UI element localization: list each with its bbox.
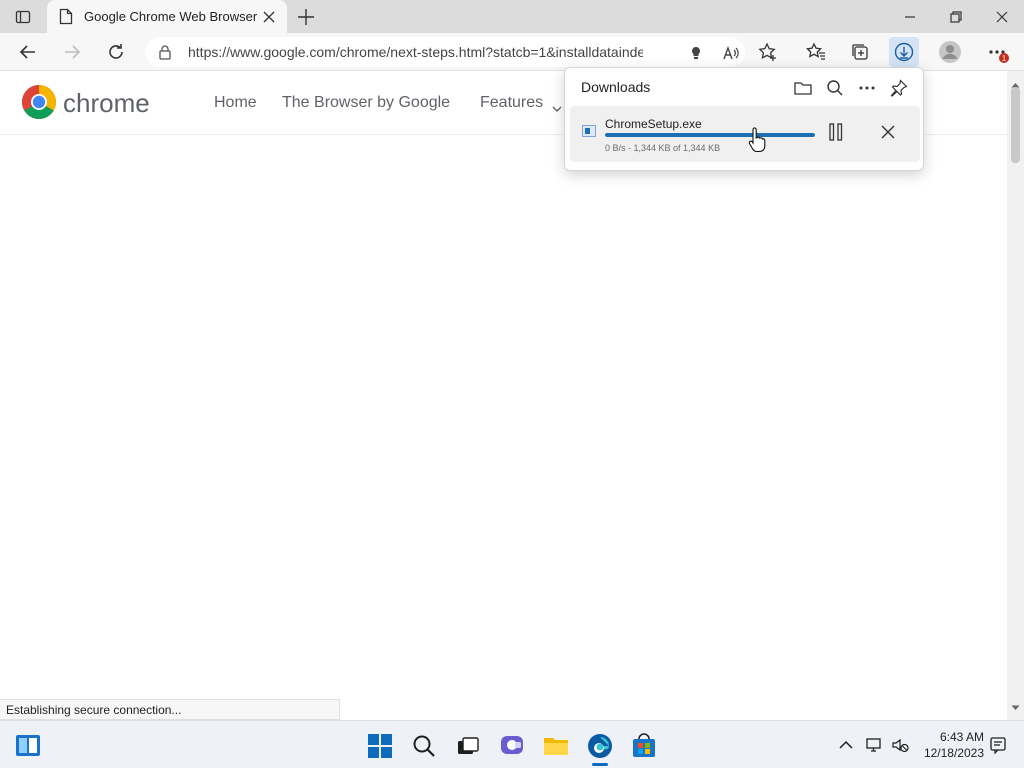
chrome-wordmark[interactable]: chrome bbox=[63, 88, 150, 119]
search-icon[interactable] bbox=[411, 733, 437, 759]
lightbulb-icon[interactable] bbox=[686, 43, 706, 63]
more-options-icon[interactable] bbox=[856, 77, 878, 99]
active-app-indicator bbox=[592, 763, 608, 766]
address-bar[interactable]: https://www.google.com/chrome/next-steps… bbox=[145, 37, 745, 67]
page-icon bbox=[59, 8, 73, 30]
hand-cursor-icon bbox=[748, 127, 766, 158]
scroll-down-icon[interactable] bbox=[1011, 698, 1020, 716]
open-folder-icon[interactable] bbox=[792, 77, 814, 99]
notification-center-icon[interactable] bbox=[989, 736, 1007, 755]
minimize-icon[interactable] bbox=[898, 6, 922, 28]
download-status: 0 B/s - 1,344 KB of 1,344 KB bbox=[605, 143, 721, 153]
tab-active[interactable]: Google Chrome Web Browser bbox=[47, 0, 287, 33]
new-tab-icon[interactable] bbox=[295, 6, 317, 28]
search-icon[interactable] bbox=[824, 77, 846, 99]
downloads-button[interactable] bbox=[889, 37, 919, 67]
chevron-down-icon[interactable] bbox=[552, 100, 562, 118]
edge-icon[interactable] bbox=[587, 733, 613, 766]
chat-icon[interactable] bbox=[499, 733, 525, 759]
chevron-up-icon[interactable] bbox=[837, 736, 855, 754]
browser-toolbar: https://www.google.com/chrome/next-steps… bbox=[0, 33, 1024, 71]
tab-strip: Google Chrome Web Browser bbox=[0, 0, 1024, 33]
store-icon[interactable] bbox=[631, 733, 657, 759]
nav-home[interactable]: Home bbox=[214, 94, 257, 112]
forward-icon bbox=[60, 40, 84, 64]
nav-browser-by-google[interactable]: The Browser by Google bbox=[282, 94, 450, 112]
add-favorite-icon[interactable] bbox=[756, 40, 780, 64]
downloads-panel: Downloads ChromeSetup.exe 0 B/s - 1,344 … bbox=[564, 67, 924, 171]
widgets-icon[interactable] bbox=[15, 733, 41, 759]
network-icon[interactable] bbox=[865, 736, 883, 754]
nav-features[interactable]: Features bbox=[480, 94, 543, 112]
download-progress-fill bbox=[605, 133, 815, 137]
cancel-download-icon[interactable] bbox=[877, 121, 899, 143]
volume-muted-icon[interactable] bbox=[891, 736, 909, 754]
start-icon[interactable] bbox=[367, 733, 393, 759]
chrome-logo-icon[interactable] bbox=[21, 84, 57, 125]
taskbar: 6:43 AM 12/18/2023 bbox=[0, 720, 1024, 768]
tab-close-icon[interactable] bbox=[260, 8, 278, 26]
read-aloud-icon[interactable] bbox=[721, 43, 741, 63]
close-window-icon[interactable] bbox=[990, 6, 1014, 28]
download-icon bbox=[894, 42, 914, 62]
download-progress-bar bbox=[605, 133, 815, 137]
scroll-thumb[interactable] bbox=[1011, 87, 1020, 163]
download-item[interactable]: ChromeSetup.exe 0 B/s - 1,344 KB of 1,34… bbox=[570, 106, 920, 162]
tab-actions-icon[interactable] bbox=[8, 6, 38, 28]
restore-icon[interactable] bbox=[944, 6, 968, 28]
back-icon[interactable] bbox=[16, 40, 40, 64]
notification-badge: 1 bbox=[1002, 54, 1007, 63]
collections-icon[interactable] bbox=[848, 40, 872, 64]
download-filename[interactable]: ChromeSetup.exe bbox=[605, 117, 702, 131]
refresh-icon[interactable] bbox=[104, 40, 128, 64]
lock-icon[interactable] bbox=[158, 44, 172, 65]
clock-date: 12/18/2023 bbox=[923, 746, 984, 760]
avatar[interactable] bbox=[938, 40, 962, 64]
downloads-title: Downloads bbox=[581, 79, 651, 95]
tab-title: Google Chrome Web Browser bbox=[84, 9, 258, 24]
settings-more-icon[interactable]: 1 bbox=[986, 40, 1010, 64]
system-clock[interactable]: 6:43 AM 12/18/2023 bbox=[918, 729, 984, 761]
status-bar: Establishing secure connection... bbox=[0, 699, 340, 720]
page-scrollbar[interactable] bbox=[1007, 71, 1024, 720]
clock-time: 6:43 AM bbox=[939, 730, 984, 744]
pin-icon[interactable] bbox=[888, 77, 910, 99]
pause-icon[interactable] bbox=[825, 121, 847, 143]
url-text[interactable]: https://www.google.com/chrome/next-steps… bbox=[188, 44, 643, 60]
task-view-icon[interactable] bbox=[455, 733, 481, 759]
favorites-icon[interactable] bbox=[804, 40, 828, 64]
file-explorer-icon[interactable] bbox=[543, 733, 569, 759]
file-icon bbox=[582, 124, 596, 142]
